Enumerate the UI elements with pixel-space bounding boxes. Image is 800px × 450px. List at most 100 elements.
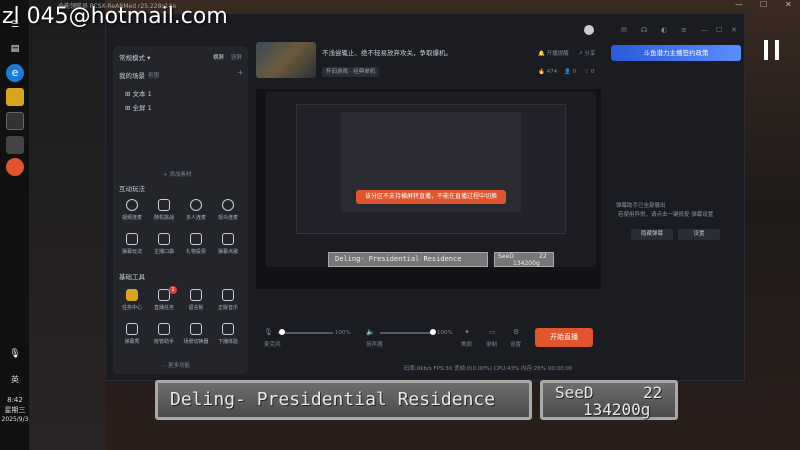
item-label: 直播任务 [153,305,174,311]
item-label: 房管助手 [153,339,174,345]
close-icon[interactable]: ✕ [731,26,737,34]
open-reminder-button[interactable]: 🔔 开播提醒 [538,49,569,57]
tools-panel: 互动玩法 视频连麦 随机挑战 多人连麦 观众连麦 弹幕玩法 主播口袋 礼物投票 … [113,179,248,374]
interactive-item[interactable]: 随机挑战 [149,199,179,221]
minimize-icon[interactable]: — [735,0,743,9]
interactive-item[interactable]: 观众连麦 [213,199,243,221]
preview-gil: 134200g [513,260,540,267]
tools-title: 基础工具 [119,273,145,281]
tool-item[interactable]: 场景切换器 [181,323,211,345]
record-icon[interactable]: ▭ [489,328,496,336]
email-watermark: zl 045@hotmail.com [2,4,228,29]
category-chip[interactable]: 怀旧游戏 · 经典单机 [322,67,380,77]
minimize-icon[interactable]: — [701,26,708,34]
avatar[interactable] [584,25,594,35]
scene-item[interactable]: ⊞ 文本 1 [125,88,152,98]
tool-item[interactable]: 下播体验 [213,323,243,345]
add-scene-icon[interactable]: + [237,68,244,77]
scene-label: 文本 1 [132,90,152,98]
interactive-item[interactable]: 礼物投票 [181,233,211,255]
clock-date: 2025/9/3 [1,416,29,423]
maximize-icon[interactable]: ☐ [760,0,767,9]
promo-banner[interactable]: 斗鱼潜力主播签约政策 [611,45,741,61]
close-icon[interactable]: ✕ [785,0,792,9]
more-label: 更多功能 [168,363,191,369]
mode-dropdown[interactable]: 常规模式 ▾ [119,52,150,62]
gift-icon [190,233,202,245]
landscape-tab[interactable]: 横屏 [213,53,224,61]
mic-volume-slider[interactable] [278,332,333,334]
douyu-icon[interactable] [6,158,24,176]
danmaku-settings-button[interactable]: 设置 [678,229,720,240]
pocket-icon [158,233,170,245]
beauty-icon[interactable]: ✦ [464,328,470,336]
stream-cover-thumbnail[interactable] [256,42,316,78]
edge-icon[interactable]: e [6,64,24,82]
add-material-label: 添加素材 [169,172,192,178]
mic-icon[interactable]: 🎙 [264,328,273,336]
tool-item[interactable]: 弹幕秀 [117,323,147,345]
item-label: 主播口袋 [153,249,174,255]
room-admin-icon [158,323,170,335]
scene-item[interactable]: ⊞ 全屏 1 [125,102,152,112]
task-view-icon[interactable]: ▤ [6,40,24,58]
speaker-volume-knob[interactable] [430,329,436,335]
mic-label: 麦克风 [264,342,281,348]
speaker-volume-slider[interactable] [380,332,435,334]
scene-label: 全屏 1 [132,104,152,112]
clock-weekday: 星期三 [4,406,26,414]
stream-title[interactable]: 不浅尝辄止、绝不轻易放弃攻关，争取爆机。 [322,47,452,57]
mic-volume-knob[interactable] [279,329,285,335]
viewers-counter: 👤 0 [564,69,577,75]
preview-capture: 该分区不支持横屏转直播，不能在直播过程中切换 Deling- President… [266,92,596,267]
tool-item[interactable]: 任务中心 [117,289,147,311]
seed-window: SeeD 22 134200g [540,380,678,420]
interactive-item[interactable]: 弹幕玩法 [117,233,147,255]
tool-item[interactable]: 正版音乐 [213,289,243,311]
headset-icon[interactable]: ☊ [641,26,647,34]
gil-amount: 134200g [583,400,651,419]
ambient-tab[interactable]: 氛围 [148,71,159,79]
share-label: 分享 [584,51,596,57]
menu-icon[interactable]: ≡ [681,26,687,34]
interactive-item[interactable]: 多人连麦 [181,199,211,221]
beauty-label[interactable]: 美颜 [461,340,472,348]
settings-label[interactable]: 设置 [510,340,521,348]
ime-lang[interactable]: 英 [0,375,30,385]
stream-preview[interactable]: 该分区不支持横屏转直播，不能在直播过程中切换 Deling- President… [256,89,601,289]
interactive-item[interactable]: 弹幕点歌 [213,233,243,255]
tool-item[interactable]: 房管助手 [149,323,179,345]
side-toolbar [253,89,261,259]
more-functions-link[interactable]: ··· 更多功能 [161,361,190,369]
add-material-button[interactable]: + 添加素材 [163,170,191,178]
live-companion-window: 常规模式 ▾ 横屏 竖屏 我的场景 氛围 + ⊞ 文本 1 ⊞ 全屏 1 + 添… [105,13,745,381]
interactive-item[interactable]: 主播口袋 [149,233,179,255]
my-scene-tab[interactable]: 我的场景 [119,70,145,80]
speaker-volume-value: 100% [437,330,453,336]
pause-icon[interactable] [764,40,768,60]
tool-item[interactable]: 直播任务 1 [149,286,179,311]
tool-item[interactable]: 留言板 [181,289,211,311]
skin-icon[interactable]: ◐ [661,26,667,34]
item-label: 随机挑战 [153,215,174,221]
preview-location: Deling- Presidential Residence [328,252,488,267]
start-live-button[interactable]: 开始直播 [535,328,593,347]
app-icon[interactable] [6,136,24,154]
terminal-icon[interactable] [6,112,24,130]
record-label[interactable]: 录制 [486,340,497,348]
mail-icon[interactable]: ✉ [621,26,627,34]
item-label: 弹幕秀 [124,339,140,345]
share-button[interactable]: ↗ 分享 [578,49,595,57]
notification-badge: 1 [169,286,177,294]
portrait-tab[interactable]: 竖屏 [231,53,242,61]
danmaku-fix-line[interactable]: 若使用异常，请点击一键修复 弹幕设置 [618,210,713,218]
pause-icon[interactable] [775,40,779,60]
item-label: 正版音乐 [217,305,238,311]
mic-icon[interactable]: 🎙 [6,345,24,363]
settings-icon[interactable]: ⚙ [513,328,519,336]
interactive-item[interactable]: 视频连麦 [117,199,147,221]
maximize-icon[interactable]: ☐ [716,26,722,34]
speaker-icon[interactable]: 🔈 [366,328,375,336]
folder-icon[interactable] [6,88,24,106]
hide-danmaku-button[interactable]: 隐藏弹幕 [631,229,673,240]
